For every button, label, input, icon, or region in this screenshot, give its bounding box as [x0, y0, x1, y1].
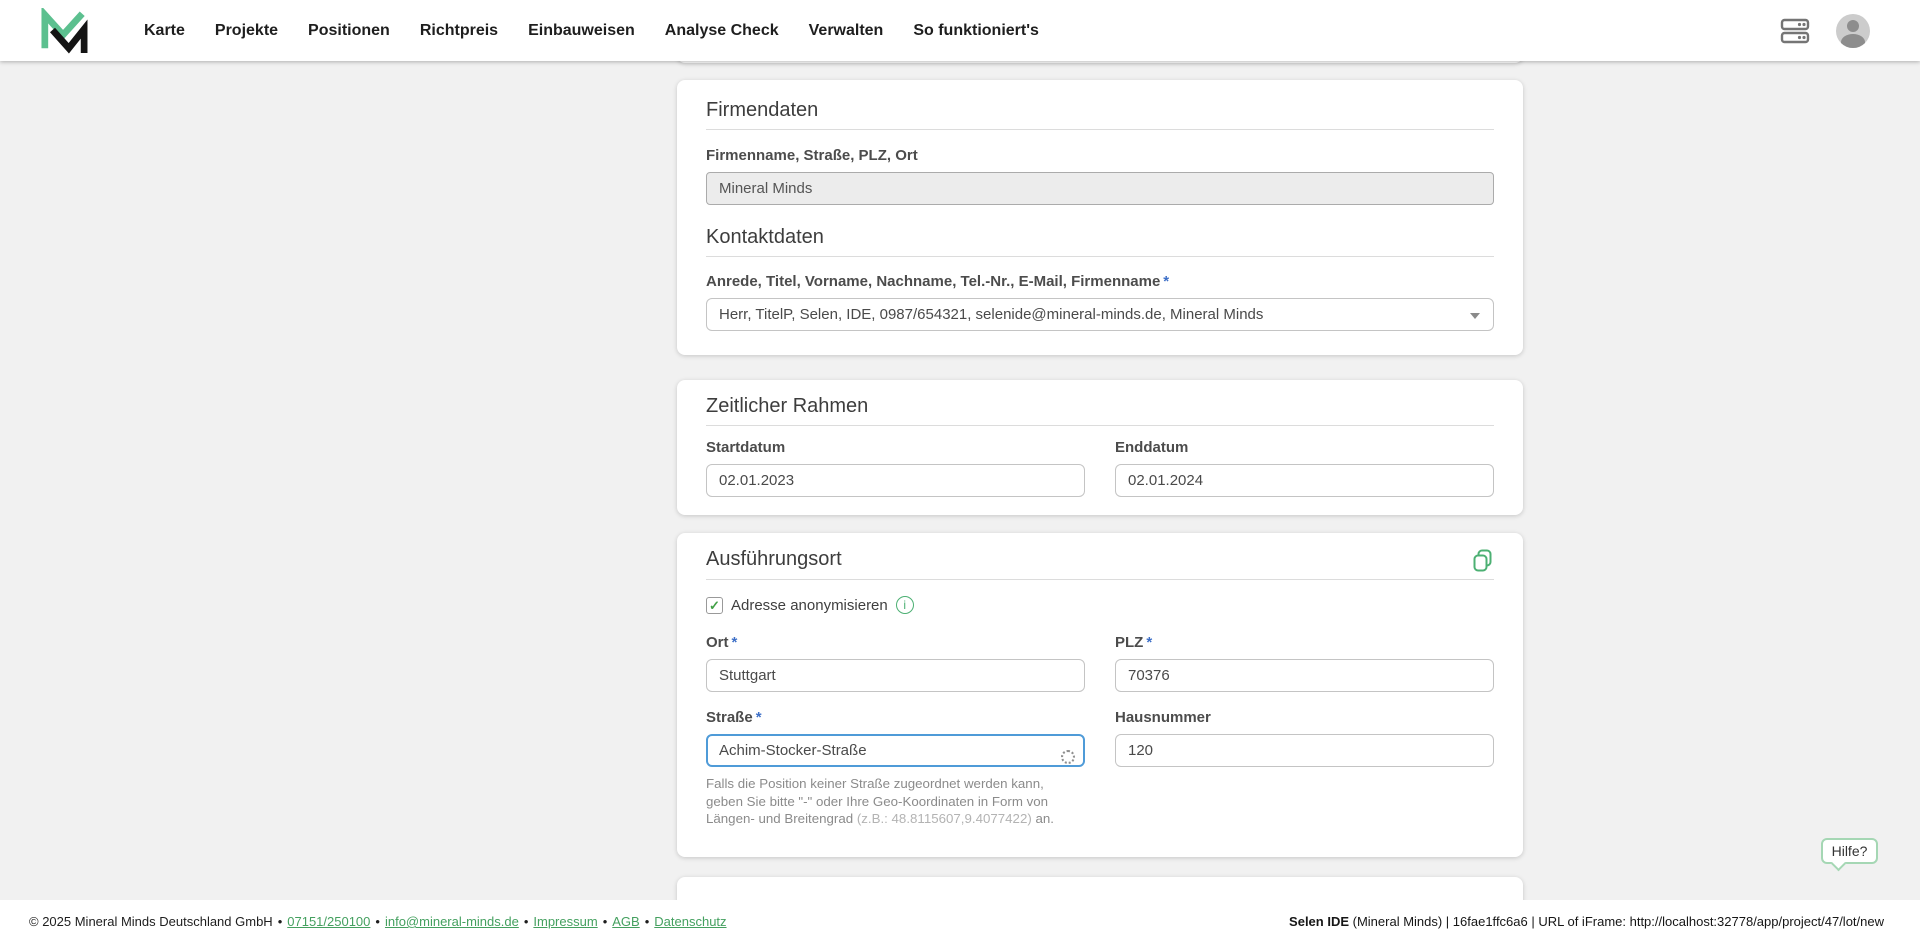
nav-item-karte[interactable]: Karte — [144, 0, 185, 61]
avatar-head-icon — [1847, 19, 1859, 32]
ide-name: Selen IDE — [1289, 914, 1350, 929]
footer-separator: • — [523, 914, 529, 929]
help-button[interactable]: Hilfe? — [1821, 838, 1878, 864]
company-field-label: Firmenname, Straße, PLZ, Ort — [706, 147, 918, 164]
divider — [706, 256, 1494, 257]
main-nav: Karte Projekte Positionen Richtpreis Ein… — [144, 0, 1039, 61]
nav-item-richtpreis[interactable]: Richtpreis — [420, 0, 498, 61]
required-asterisk: * — [1163, 273, 1170, 290]
required-asterisk: * — [755, 709, 762, 726]
ausfuehrungsort-title: Ausführungsort — [706, 548, 842, 570]
nav-item-so-funktionierts[interactable]: So funktioniert's — [913, 0, 1039, 61]
zeitlicher-rahmen-title: Zeitlicher Rahmen — [706, 395, 869, 417]
strasse-label: Straße * — [706, 709, 1085, 727]
info-icon[interactable]: i — [895, 596, 914, 614]
contact-select[interactable]: Herr, TitelP, Selen, IDE, 0987/654321, s… — [706, 298, 1494, 331]
server-stack-icon[interactable] — [1780, 17, 1810, 45]
footer-link-datenschutz[interactable]: Datenschutz — [654, 914, 726, 929]
firmendaten-title: Firmendaten — [706, 99, 819, 121]
ort-label-text: Ort — [706, 634, 729, 651]
strasse-helper-text: Falls die Position keiner Straße zugeord… — [706, 775, 1082, 828]
footer-link-phone[interactable]: 07151/250100 — [287, 914, 370, 929]
enddatum-input[interactable] — [1115, 464, 1494, 497]
required-asterisk: * — [731, 634, 738, 651]
nav-item-positionen[interactable]: Positionen — [308, 0, 390, 61]
helper-text-suffix: an. — [1031, 811, 1054, 826]
strasse-input[interactable] — [706, 734, 1085, 767]
footer-separator: • — [602, 914, 608, 929]
nav-item-verwalten[interactable]: Verwalten — [809, 0, 884, 61]
enddatum-label: Enddatum — [1115, 439, 1189, 456]
plz-input[interactable] — [1115, 659, 1494, 692]
contact-field-label: Anrede, Titel, Vorname, Nachname, Tel.-N… — [706, 273, 1494, 291]
footer-separator: • — [277, 914, 283, 929]
hausnummer-label: Hausnummer — [1115, 709, 1211, 726]
checkmark-icon: ✓ — [709, 597, 720, 613]
loading-spinner-icon — [1061, 750, 1075, 764]
copyright-text: © 2025 Mineral Minds Deutschland GmbH — [29, 914, 273, 929]
hausnummer-input[interactable] — [1115, 734, 1494, 767]
footer-link-impressum[interactable]: Impressum — [533, 914, 597, 929]
ide-status-text: Selen IDE (Mineral Minds) | 16fae1ffc6a6… — [1289, 914, 1884, 929]
nav-item-projekte[interactable]: Projekte — [215, 0, 278, 61]
footer-link-agb[interactable]: AGB — [612, 914, 639, 929]
helper-text-example: (z.B.: 48.8115607,9.4077422) — [856, 811, 1032, 826]
startdatum-label: Startdatum — [706, 439, 786, 456]
mineral-minds-logo-icon[interactable] — [40, 7, 88, 54]
footer-link-email[interactable]: info@mineral-minds.de — [385, 914, 519, 929]
copy-icon[interactable] — [1471, 549, 1494, 572]
footer-links: © 2025 Mineral Minds Deutschland GmbH • … — [29, 914, 727, 929]
plz-label-text: PLZ — [1115, 634, 1144, 651]
divider — [706, 425, 1494, 426]
footer-separator: • — [375, 914, 380, 929]
nav-item-analyse-check[interactable]: Analyse Check — [665, 0, 779, 61]
contact-field-label-text: Anrede, Titel, Vorname, Nachname, Tel.-N… — [706, 273, 1161, 290]
header-actions — [1780, 13, 1870, 48]
divider — [706, 579, 1494, 580]
anonymize-checkbox[interactable]: ✓ — [706, 596, 723, 614]
footer-bar: © 2025 Mineral Minds Deutschland GmbH • … — [0, 900, 1920, 943]
firmendaten-card: Firmendaten Firmenname, Straße, PLZ, Ort… — [677, 80, 1523, 355]
ort-label: Ort * — [706, 634, 1085, 652]
required-asterisk: * — [1146, 634, 1153, 651]
user-avatar[interactable] — [1836, 13, 1870, 48]
kontaktdaten-title: Kontaktdaten — [706, 226, 824, 248]
startdatum-input[interactable] — [706, 464, 1085, 497]
company-input — [706, 172, 1494, 205]
top-navigation-bar: Karte Projekte Positionen Richtpreis Ein… — [0, 0, 1920, 61]
ort-input[interactable] — [706, 659, 1085, 692]
nav-item-einbauweisen[interactable]: Einbauweisen — [528, 0, 635, 61]
strasse-label-text: Straße — [706, 709, 753, 726]
plz-label: PLZ * — [1115, 634, 1494, 652]
ausfuehrungsort-card: Ausführungsort ✓ Adresse anonymisieren i… — [677, 533, 1523, 857]
divider — [706, 129, 1494, 130]
zeitlicher-rahmen-card: Zeitlicher Rahmen Startdatum Enddatum — [677, 380, 1523, 515]
ide-details: (Mineral Minds) | 16fae1ffc6a6 | URL of … — [1349, 914, 1884, 929]
contact-select-value: Herr, TitelP, Selen, IDE, 0987/654321, s… — [719, 306, 1264, 323]
avatar-shoulders-icon — [1841, 33, 1865, 48]
chevron-down-icon — [1470, 313, 1480, 319]
anonymize-label[interactable]: Adresse anonymisieren — [731, 597, 888, 614]
footer-separator: • — [644, 914, 650, 929]
